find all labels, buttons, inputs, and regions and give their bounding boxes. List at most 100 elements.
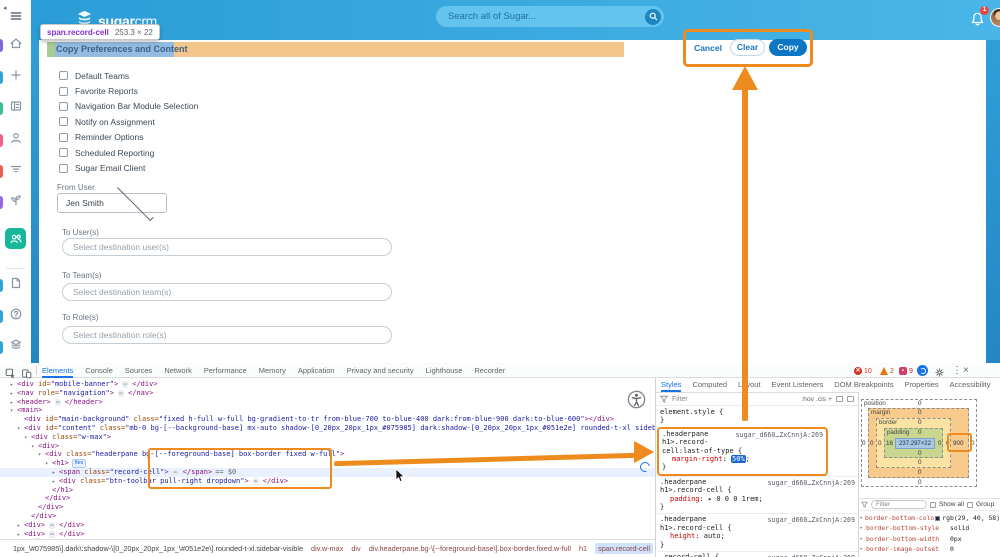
style-rule[interactable]: sugar_d660…ZxCnnjA:269.headerpaneh1>.rec… bbox=[657, 427, 828, 476]
tree-row[interactable]: </div> bbox=[0, 503, 655, 512]
sidebar-item[interactable] bbox=[0, 159, 31, 183]
style-rule[interactable]: sugar_d660…ZxCnnjA:269.headerpaneh1>.rec… bbox=[657, 513, 858, 551]
style-rule[interactable]: sugar_d660…ZxCnnjA:269.headerpaneh1>.rec… bbox=[657, 476, 858, 514]
preference-checkbox-row[interactable]: Default Teams bbox=[59, 68, 359, 83]
css-property[interactable]: padding: ▸ 0 0 0 1rem; bbox=[660, 495, 855, 503]
tree-row[interactable]: ▾<div id="content" class="mb-0 bg-[--bac… bbox=[0, 424, 655, 433]
sidebar-item[interactable] bbox=[0, 190, 31, 214]
devtools-tab-privacy-and-security[interactable]: Privacy and security bbox=[347, 363, 414, 378]
to-field-input[interactable]: Select destination role(s) bbox=[62, 326, 392, 344]
sidebar-item[interactable] bbox=[0, 33, 31, 57]
preference-checkbox-row[interactable]: Reminder Options bbox=[59, 130, 359, 145]
breadcrumb-item[interactable]: div.headerpane.bg-\[--foreground-base\].… bbox=[369, 544, 571, 553]
tree-row[interactable]: ▸<div id="mobile-banner"> ⋯ </div> bbox=[0, 380, 655, 389]
expand-arrow-icon[interactable]: ▾ bbox=[24, 434, 31, 443]
computed-property-row[interactable]: ▸border-bottom-width0px bbox=[860, 534, 1000, 544]
search-icon[interactable] bbox=[645, 9, 661, 25]
preference-checkbox-row[interactable]: Favorite Reports bbox=[59, 83, 359, 98]
devtools-tab-network[interactable]: Network bbox=[164, 363, 192, 378]
console-errors-badge[interactable]: ✕10 bbox=[854, 367, 872, 375]
panel-tab-event-listeners[interactable]: Event Listeners bbox=[772, 378, 824, 392]
expand-arrow-icon[interactable]: ▾ bbox=[45, 460, 52, 469]
panel-tab-computed[interactable]: Computed bbox=[692, 378, 727, 392]
tree-row[interactable]: </div> bbox=[0, 494, 655, 503]
tree-row[interactable]: </div> bbox=[0, 512, 655, 521]
checkbox[interactable] bbox=[59, 148, 68, 157]
devtools-tab-recorder[interactable]: Recorder bbox=[474, 363, 505, 378]
css-value[interactable]: auto bbox=[704, 532, 721, 540]
devtools-activity-icon[interactable] bbox=[917, 365, 928, 376]
css-value[interactable]: ▸ 0 0 0 1rem bbox=[708, 495, 759, 503]
issues-badge[interactable]: ▪9 bbox=[899, 367, 913, 375]
checkbox[interactable] bbox=[59, 133, 68, 142]
panel-tab-properties[interactable]: Properties bbox=[904, 378, 938, 392]
stylesheet-source-link[interactable]: sugar_d660…ZxCnnjA:269 bbox=[768, 479, 855, 487]
tree-row[interactable]: ▸<header> ⋯ </header> bbox=[0, 398, 655, 407]
tree-row[interactable]: ▸<div> ⋯ </div> bbox=[0, 521, 655, 530]
breadcrumb-item[interactable]: div bbox=[351, 544, 360, 553]
sidebar-item[interactable] bbox=[0, 128, 31, 152]
expand-arrow-icon[interactable]: ▾ bbox=[38, 451, 45, 460]
css-value[interactable]: 50% bbox=[731, 455, 746, 463]
expand-arrow-icon[interactable]: ▾ bbox=[17, 425, 24, 434]
expand-arrow-icon[interactable]: ▾ bbox=[31, 443, 38, 452]
devtools-close-icon[interactable]: × bbox=[963, 366, 969, 376]
sidebar-item[interactable] bbox=[0, 65, 31, 89]
from-user-select[interactable]: Jen Smith bbox=[57, 193, 167, 213]
styles-toggle-buttons[interactable]: :hov .cls + bbox=[801, 396, 832, 403]
preference-checkbox-row[interactable]: Sugar Email Client bbox=[59, 160, 359, 175]
checkbox[interactable] bbox=[59, 71, 68, 80]
devtools-tab-elements[interactable]: Elements bbox=[42, 363, 73, 378]
sidebar-item[interactable] bbox=[0, 96, 31, 120]
breadcrumb-scroll-left-icon[interactable]: ◂ bbox=[3, 4, 7, 12]
global-search-input[interactable]: Search all of Sugar... bbox=[436, 6, 664, 27]
panel-tab-dom-breakpoints[interactable]: DOM Breakpoints bbox=[834, 378, 893, 392]
show-all-checkbox[interactable] bbox=[930, 502, 936, 508]
tree-row[interactable]: <div id="main-background" class="fixed h… bbox=[0, 415, 655, 424]
avatar[interactable] bbox=[990, 8, 1000, 27]
preference-checkbox-row[interactable]: Navigation Bar Module Selection bbox=[59, 99, 359, 114]
devtools-tab-lighthouse[interactable]: Lighthouse bbox=[426, 363, 463, 378]
sidebar-item[interactable] bbox=[0, 335, 31, 359]
panel-tab-styles[interactable]: Styles bbox=[661, 378, 681, 392]
to-field-input[interactable]: Select destination team(s) bbox=[62, 283, 392, 301]
group-checkbox[interactable] bbox=[967, 502, 973, 508]
breadcrumb-item[interactable]: span.record-cell bbox=[595, 543, 653, 554]
to-field-input[interactable]: Select destination user(s) bbox=[62, 238, 392, 256]
checkbox[interactable] bbox=[59, 117, 68, 126]
sidebar-item-active[interactable] bbox=[5, 228, 26, 249]
preference-checkbox-row[interactable]: Notify on Assignment bbox=[59, 114, 359, 129]
computed-property-row[interactable]: ▸border-image-outset0 bbox=[860, 544, 1000, 554]
layout-panel-icon[interactable] bbox=[847, 396, 854, 402]
sidebar-item[interactable] bbox=[0, 304, 31, 328]
computed-property-row[interactable]: ▸border-bottom-colorrgb(29, 40, 58) bbox=[860, 513, 1000, 523]
checkbox[interactable] bbox=[59, 164, 68, 173]
breadcrumb-item[interactable]: 1px_\#075985\].dark\:shadow-\[0_20px_20p… bbox=[13, 544, 303, 553]
preference-checkbox-row[interactable]: Scheduled Reporting bbox=[59, 145, 359, 160]
stylesheet-source-link[interactable]: sugar_d660…ZxCnnjA:269 bbox=[768, 516, 855, 524]
notifications-button[interactable]: 1 bbox=[969, 11, 987, 29]
breadcrumb-item[interactable]: h1 bbox=[579, 544, 587, 553]
checkbox[interactable] bbox=[59, 87, 68, 96]
css-property[interactable]: height: auto; bbox=[660, 532, 855, 540]
tree-row[interactable]: ▸<div> ⋯ </div> bbox=[0, 530, 655, 539]
accessibility-tree-button[interactable] bbox=[627, 390, 646, 409]
devtools-more-options-icon[interactable]: ⋮ bbox=[952, 366, 962, 376]
styles-filter-input[interactable]: Filter bbox=[672, 396, 797, 403]
checkbox[interactable] bbox=[59, 102, 68, 111]
devtools-tab-sources[interactable]: Sources bbox=[125, 363, 153, 378]
devtools-tab-console[interactable]: Console bbox=[85, 363, 113, 378]
tree-row[interactable]: ▾<main> bbox=[0, 406, 655, 415]
devtools-tab-performance[interactable]: Performance bbox=[204, 363, 247, 378]
panel-tab-accessibility[interactable]: Accessibility bbox=[950, 378, 991, 392]
devtools-tab-application[interactable]: Application bbox=[298, 363, 335, 378]
stylesheet-source-link[interactable]: sugar_d660…ZxCnnjA:269 bbox=[736, 431, 823, 439]
element-style-rule[interactable]: element.style {} bbox=[657, 407, 858, 427]
sidebar-item[interactable] bbox=[0, 273, 31, 297]
console-warnings-badge[interactable]: 2 bbox=[880, 367, 894, 375]
flex-badge[interactable]: flex bbox=[72, 459, 87, 468]
computed-filter-input[interactable]: Filter bbox=[871, 500, 927, 509]
expand-arrow-icon[interactable]: ▾ bbox=[10, 407, 17, 416]
tree-row[interactable]: ▸<nav role="navigation"> ⋯ </nav> bbox=[0, 389, 655, 398]
devtools-tab-memory[interactable]: Memory bbox=[259, 363, 286, 378]
